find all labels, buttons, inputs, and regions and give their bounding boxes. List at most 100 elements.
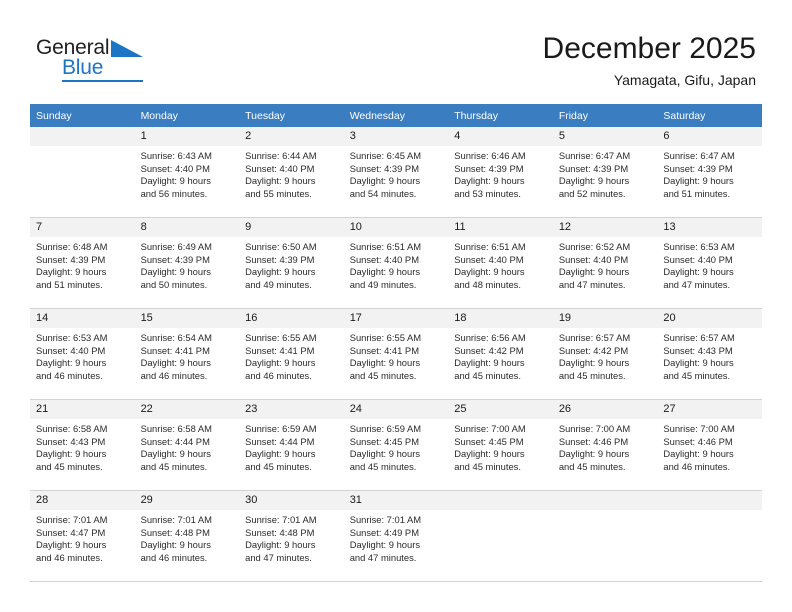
- day-cell-inner: 22 Sunrise: 6:58 AM Sunset: 4:44 PM Dayligh…: [134, 400, 240, 490]
- day-number: 19: [552, 309, 658, 328]
- calendar-day-cell[interactable]: 18 Sunrise: 6:56 AM Sunset: 4:42 PM Dayligh…: [448, 308, 553, 400]
- sun-info-line: and 53 minutes.: [454, 187, 521, 199]
- calendar-day-cell[interactable]: 3 Sunrise: 6:45 AM Sunset: 4:39 PM Daylight…: [343, 127, 449, 218]
- day-sun-info: Sunrise: 6:43 AM Sunset: 4:40 PM Daylight:…: [135, 146, 240, 200]
- day-cell-inner: 12 Sunrise: 6:52 AM Sunset: 4:40 PM Dayligh…: [552, 218, 658, 308]
- day-number: 30: [239, 491, 344, 510]
- calendar-day-cell[interactable]: 22 Sunrise: 6:58 AM Sunset: 4:44 PM Dayligh…: [134, 399, 240, 491]
- calendar-day-cell[interactable]: 20 Sunrise: 6:57 AM Sunset: 4:43 PM Dayligh…: [657, 308, 762, 400]
- sun-info-line: Sunset: 4:39 PM: [349, 162, 419, 174]
- day-sun-info: Sunrise: 6:54 AM Sunset: 4:41 PM Daylight:…: [135, 328, 240, 382]
- day-number: 31: [343, 491, 449, 510]
- sun-info-line: Sunset: 4:46 PM: [558, 435, 629, 447]
- calendar-day-cell[interactable]: 27 Sunrise: 7:00 AM Sunset: 4:46 PM Dayligh…: [657, 399, 762, 491]
- calendar-day-cell[interactable]: 14 Sunrise: 6:53 AM Sunset: 4:40 PM Dayligh…: [30, 308, 135, 400]
- day-sun-info: Sunrise: 6:46 AM Sunset: 4:39 PM Daylight:…: [448, 146, 553, 200]
- calendar-day-cell[interactable]: 4 Sunrise: 6:46 AM Sunset: 4:39 PM Daylight…: [448, 127, 553, 218]
- sun-info-line: Sunset: 4:40 PM: [558, 253, 629, 265]
- day-sun-info: Sunrise: 6:51 AM Sunset: 4:40 PM Daylight:…: [344, 237, 449, 291]
- day-number: 8: [134, 218, 240, 237]
- calendar-day-cell[interactable]: 29 Sunrise: 7:01 AM Sunset: 4:48 PM Dayligh…: [134, 490, 240, 582]
- calendar-page: General Blue December 2025 Yamagata, Gif…: [0, 0, 792, 612]
- day-cell-inner: 30 Sunrise: 7:01 AM Sunset: 4:48 PM Dayligh…: [239, 491, 344, 581]
- day-cell-inner: 18 Sunrise: 6:56 AM Sunset: 4:42 PM Dayligh…: [448, 309, 553, 399]
- calendar-day-cell[interactable]: 31 Sunrise: 7:01 AM Sunset: 4:49 PM Dayligh…: [343, 490, 449, 582]
- sun-info-line: Sunrise: 6:54 AM: [140, 332, 212, 343]
- sun-info-line: Sunrise: 6:47 AM: [663, 150, 735, 161]
- sun-info-line: and 45 minutes.: [558, 369, 626, 381]
- sun-info-line: and 46 minutes.: [245, 369, 312, 381]
- calendar-day-cell[interactable]: 15 Sunrise: 6:54 AM Sunset: 4:41 PM Dayligh…: [134, 308, 240, 400]
- sun-info-line: and 50 minutes.: [140, 278, 208, 290]
- day-sun-info: Sunrise: 6:58 AM Sunset: 4:44 PM Daylight:…: [135, 419, 240, 473]
- sun-info-line: Sunset: 4:40 PM: [663, 253, 733, 265]
- weekday-header-thursday: Thursday: [448, 104, 553, 127]
- day-sun-info: Sunrise: 6:53 AM Sunset: 4:40 PM Daylight:…: [30, 328, 135, 382]
- calendar-day-cell[interactable]: 8 Sunrise: 6:49 AM Sunset: 4:39 PM Daylight…: [134, 217, 240, 309]
- sun-info-line: and 46 minutes.: [36, 369, 103, 381]
- sun-info-line: Sunset: 4:48 PM: [245, 526, 315, 538]
- sun-info-line: Sunset: 4:46 PM: [663, 435, 733, 447]
- day-number: 26: [552, 400, 658, 419]
- general-blue-logo[interactable]: General Blue: [36, 36, 166, 84]
- calendar-day-cell[interactable]: 16 Sunrise: 6:55 AM Sunset: 4:41 PM Dayligh…: [239, 308, 344, 400]
- calendar-day-cell[interactable]: 17 Sunrise: 6:55 AM Sunset: 4:41 PM Dayligh…: [343, 308, 449, 400]
- weekday-header-saturday: Saturday: [657, 104, 762, 127]
- page-header: General Blue December 2025 Yamagata, Gif…: [0, 0, 792, 100]
- sun-info-line: Sunset: 4:39 PM: [36, 253, 106, 265]
- calendar-day-cell[interactable]: 9 Sunrise: 6:50 AM Sunset: 4:39 PM Daylight…: [239, 217, 344, 309]
- sun-info-line: and 47 minutes.: [558, 278, 626, 290]
- sun-info-line: Sunset: 4:41 PM: [140, 344, 210, 356]
- day-cell-inner: 21 Sunrise: 6:58 AM Sunset: 4:43 PM Dayligh…: [30, 400, 135, 490]
- calendar-day-cell[interactable]: 1 Sunrise: 6:43 AM Sunset: 4:40 PM Daylight…: [134, 127, 240, 218]
- day-sun-info: Sunrise: 6:49 AM Sunset: 4:39 PM Daylight:…: [135, 237, 240, 291]
- calendar-day-cell[interactable]: 5 Sunrise: 6:47 AM Sunset: 4:39 PM Daylight…: [552, 127, 658, 218]
- day-cell-inner: 6 Sunrise: 6:47 AM Sunset: 4:39 PM Daylight…: [657, 127, 762, 217]
- sun-info-line: and 46 minutes.: [663, 460, 731, 472]
- day-sun-info: Sunrise: 6:55 AM Sunset: 4:41 PM Daylight:…: [239, 328, 344, 382]
- day-number: 1: [134, 127, 240, 146]
- sun-info-line: Sunset: 4:41 PM: [349, 344, 419, 356]
- sun-info-line: Daylight: 9 hours: [140, 357, 211, 369]
- sun-info-line: Sunrise: 6:51 AM: [454, 241, 526, 252]
- sun-info-line: Daylight: 9 hours: [663, 266, 734, 278]
- day-cell-inner: [657, 491, 762, 581]
- calendar-day-cell[interactable]: 19 Sunrise: 6:57 AM Sunset: 4:42 PM Dayligh…: [552, 308, 658, 400]
- day-cell-inner: 25 Sunrise: 7:00 AM Sunset: 4:45 PM Dayligh…: [448, 400, 553, 490]
- calendar-day-cell[interactable]: 6 Sunrise: 6:47 AM Sunset: 4:39 PM Daylight…: [657, 127, 762, 218]
- calendar-day-cell[interactable]: 12 Sunrise: 6:52 AM Sunset: 4:40 PM Dayligh…: [552, 217, 658, 309]
- day-sun-info: Sunrise: 6:58 AM Sunset: 4:43 PM Daylight:…: [30, 419, 135, 473]
- calendar-day-cell[interactable]: 24 Sunrise: 6:59 AM Sunset: 4:45 PM Dayligh…: [343, 399, 449, 491]
- calendar-day-cell[interactable]: 2 Sunrise: 6:44 AM Sunset: 4:40 PM Daylight…: [239, 127, 344, 218]
- calendar-day-cell[interactable]: 26 Sunrise: 7:00 AM Sunset: 4:46 PM Dayligh…: [552, 399, 658, 491]
- sun-info-line: Daylight: 9 hours: [558, 448, 630, 460]
- day-sun-info: Sunrise: 7:01 AM Sunset: 4:48 PM Daylight:…: [135, 510, 240, 564]
- day-cell-inner: 27 Sunrise: 7:00 AM Sunset: 4:46 PM Dayligh…: [657, 400, 762, 490]
- calendar-day-cell[interactable]: 25 Sunrise: 7:00 AM Sunset: 4:45 PM Dayligh…: [448, 399, 553, 491]
- sun-info-line: Sunrise: 7:01 AM: [245, 514, 317, 525]
- day-number: 3: [343, 127, 449, 146]
- day-number: 17: [343, 309, 449, 328]
- calendar-cell-empty: [448, 490, 553, 582]
- calendar-day-cell[interactable]: 30 Sunrise: 7:01 AM Sunset: 4:48 PM Dayligh…: [239, 490, 344, 582]
- day-sun-info: Sunrise: 7:01 AM Sunset: 4:49 PM Daylight:…: [344, 510, 449, 564]
- calendar-day-cell[interactable]: 11 Sunrise: 6:51 AM Sunset: 4:40 PM Dayligh…: [448, 217, 553, 309]
- calendar-day-cell[interactable]: 13 Sunrise: 6:53 AM Sunset: 4:40 PM Dayligh…: [657, 217, 762, 309]
- calendar-day-cell[interactable]: 28 Sunrise: 7:01 AM Sunset: 4:47 PM Dayligh…: [30, 490, 135, 582]
- day-number: 14: [30, 309, 135, 328]
- calendar-day-cell[interactable]: 10 Sunrise: 6:51 AM Sunset: 4:40 PM Dayligh…: [343, 217, 449, 309]
- sun-info-line: Sunset: 4:40 PM: [36, 344, 106, 356]
- sun-info-line: Sunrise: 6:50 AM: [245, 241, 317, 252]
- day-cell-inner: 29 Sunrise: 7:01 AM Sunset: 4:48 PM Dayligh…: [134, 491, 240, 581]
- day-sun-info: Sunrise: 6:45 AM Sunset: 4:39 PM Daylight:…: [344, 146, 449, 200]
- calendar-day-cell[interactable]: 23 Sunrise: 6:59 AM Sunset: 4:44 PM Dayligh…: [239, 399, 344, 491]
- day-sun-info: Sunrise: 7:01 AM Sunset: 4:47 PM Daylight:…: [30, 510, 135, 564]
- day-number: 24: [343, 400, 449, 419]
- day-sun-info: [553, 510, 658, 514]
- sun-info-line: Sunset: 4:41 PM: [245, 344, 315, 356]
- sun-info-line: and 46 minutes.: [36, 551, 103, 563]
- calendar-day-cell[interactable]: 7 Sunrise: 6:48 AM Sunset: 4:39 PM Daylight…: [30, 217, 135, 309]
- day-cell-inner: [552, 491, 658, 581]
- calendar-day-cell[interactable]: 21 Sunrise: 6:58 AM Sunset: 4:43 PM Dayligh…: [30, 399, 135, 491]
- day-cell-inner: 3 Sunrise: 6:45 AM Sunset: 4:39 PM Daylight…: [343, 127, 449, 217]
